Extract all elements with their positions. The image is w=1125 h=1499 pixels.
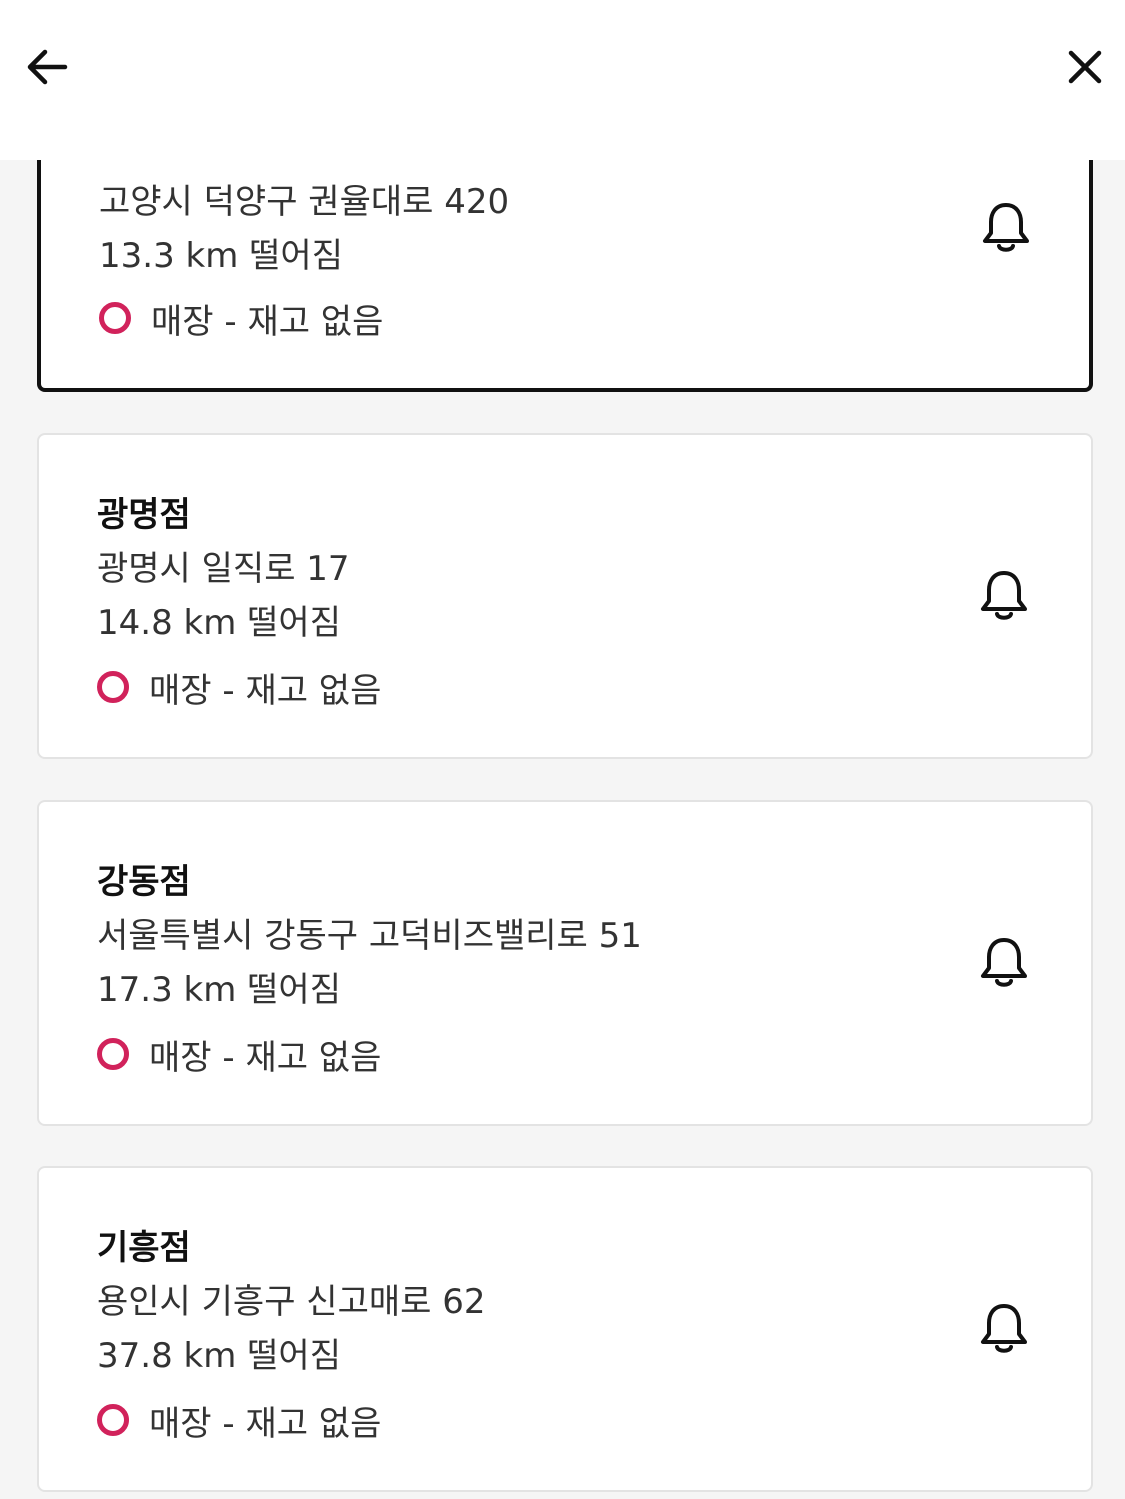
store-distance: 17.3 km 떨어짐 xyxy=(97,970,341,1010)
store-list: 고양시 덕양구 권율대로 420 13.3 km 떨어짐 매장 - 재고 없음 … xyxy=(0,0,1125,1499)
store-distance: 37.8 km 떨어짐 xyxy=(97,1336,341,1376)
stock-status-icon xyxy=(99,302,131,334)
store-card[interactable]: 기흥점 용인시 기흥구 신고매로 62 37.8 km 떨어짐 매장 - 재고 … xyxy=(37,1166,1093,1492)
close-icon xyxy=(1068,50,1102,84)
stock-status: 매장 - 재고 없음 xyxy=(99,296,384,342)
top-bar xyxy=(0,0,1125,160)
notify-bell-button[interactable] xyxy=(969,561,1039,631)
store-card[interactable]: 강동점 서울특별시 강동구 고덕비즈밸리로 51 17.3 km 떨어짐 매장 … xyxy=(37,800,1093,1126)
stock-status-text: 매장 - 재고 없음 xyxy=(151,301,384,342)
stock-status: 매장 - 재고 없음 xyxy=(97,1398,382,1444)
bell-icon xyxy=(981,1304,1027,1353)
store-address: 용인시 기흥구 신고매로 62 xyxy=(97,1282,486,1322)
arrow-left-icon xyxy=(27,49,68,85)
stock-status-text: 매장 - 재고 없음 xyxy=(149,1037,382,1078)
store-name: 강동점 xyxy=(97,862,191,902)
stock-status: 매장 - 재고 없음 xyxy=(97,1032,382,1078)
stock-status: 매장 - 재고 없음 xyxy=(97,665,382,711)
stock-status-text: 매장 - 재고 없음 xyxy=(149,670,382,711)
stock-status-icon xyxy=(97,671,129,703)
store-name: 광명점 xyxy=(97,495,191,535)
bell-icon xyxy=(981,571,1027,620)
notify-bell-button[interactable] xyxy=(969,1294,1039,1364)
back-button[interactable] xyxy=(12,32,82,102)
store-address: 고양시 덕양구 권율대로 420 xyxy=(99,182,510,222)
stock-status-icon xyxy=(97,1404,129,1436)
bell-icon xyxy=(981,938,1027,987)
store-distance: 14.8 km 떨어짐 xyxy=(97,603,341,643)
stock-status-icon xyxy=(97,1038,129,1070)
close-button[interactable] xyxy=(1050,32,1120,102)
store-address: 광명시 일직로 17 xyxy=(97,549,350,589)
stock-status-text: 매장 - 재고 없음 xyxy=(149,1403,382,1444)
store-address: 서울특별시 강동구 고덕비즈밸리로 51 xyxy=(97,916,642,956)
bell-icon xyxy=(983,203,1029,252)
store-distance: 13.3 km 떨어짐 xyxy=(99,236,343,276)
notify-bell-button[interactable] xyxy=(969,928,1039,998)
store-name: 기흥점 xyxy=(97,1228,191,1268)
notify-bell-button[interactable] xyxy=(971,193,1041,263)
store-card[interactable]: 광명점 광명시 일직로 17 14.8 km 떨어짐 매장 - 재고 없음 xyxy=(37,433,1093,759)
